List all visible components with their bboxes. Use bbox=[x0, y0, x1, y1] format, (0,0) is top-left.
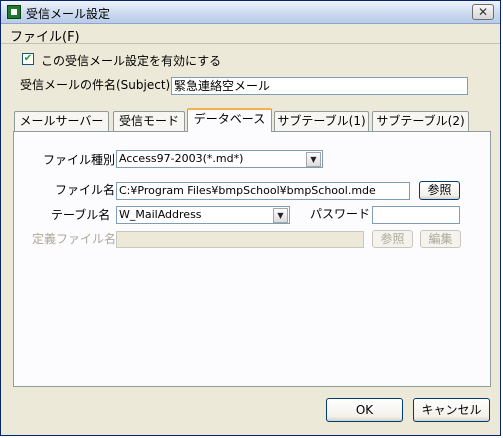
table-label: テーブル名 bbox=[51, 208, 111, 222]
menu-bar: ファイル(F) bbox=[1, 24, 500, 45]
subject-input[interactable]: 緊急連絡空メール bbox=[171, 77, 468, 95]
menu-divider bbox=[1, 43, 500, 44]
title-bar[interactable]: 受信メール設定 ✕ bbox=[1, 1, 500, 24]
enable-label: この受信メール設定を有効にする bbox=[41, 54, 222, 68]
enable-checkbox[interactable]: ✔ bbox=[22, 53, 34, 65]
deffile-browse-button[interactable]: 参照 bbox=[372, 230, 413, 248]
table-select[interactable]: W_MailAddress ▼ bbox=[116, 206, 290, 224]
filename-browse-button[interactable]: 参照 bbox=[419, 181, 460, 200]
table-value: W_MailAddress bbox=[119, 208, 202, 221]
filename-label: ファイル名 bbox=[55, 183, 116, 197]
chevron-down-icon[interactable]: ▼ bbox=[306, 152, 321, 167]
ok-button[interactable]: OK bbox=[326, 398, 403, 422]
filetype-label: ファイル種別 bbox=[43, 153, 116, 167]
app-icon bbox=[7, 5, 21, 19]
deffile-label: 定義ファイル名 bbox=[32, 232, 117, 246]
database-tab-panel bbox=[13, 131, 491, 387]
tab-subtable-1[interactable]: サブテーブル(1) bbox=[274, 111, 369, 131]
tab-database[interactable]: データベース bbox=[187, 108, 272, 132]
close-button[interactable]: ✕ bbox=[472, 4, 494, 20]
tab-subtable-2[interactable]: サブテーブル(2) bbox=[372, 111, 469, 131]
window-title: 受信メール設定 bbox=[26, 7, 111, 21]
filename-input[interactable]: C:¥Program Files¥bmpSchool¥bmpSchool.mde bbox=[116, 182, 410, 200]
password-label: パスワード bbox=[310, 207, 371, 221]
chevron-down-icon[interactable]: ▼ bbox=[273, 208, 288, 223]
settings-window: 受信メール設定 ✕ ファイル(F) ✔ この受信メール設定を有効にする 受信メー… bbox=[0, 0, 501, 436]
tab-mail-server[interactable]: メールサーバー bbox=[14, 111, 109, 131]
tab-receive-mode[interactable]: 受信モード bbox=[113, 111, 185, 131]
subject-label: 受信メールの件名(Subject) bbox=[20, 78, 171, 92]
cancel-button[interactable]: キャンセル bbox=[413, 398, 490, 422]
deffile-input[interactable] bbox=[116, 231, 364, 248]
password-input[interactable] bbox=[372, 206, 460, 224]
filetype-value: Access97-2003(*.md*) bbox=[119, 152, 244, 165]
deffile-edit-button[interactable]: 編集 bbox=[420, 230, 461, 248]
filetype-select[interactable]: Access97-2003(*.md*) ▼ bbox=[116, 150, 323, 168]
